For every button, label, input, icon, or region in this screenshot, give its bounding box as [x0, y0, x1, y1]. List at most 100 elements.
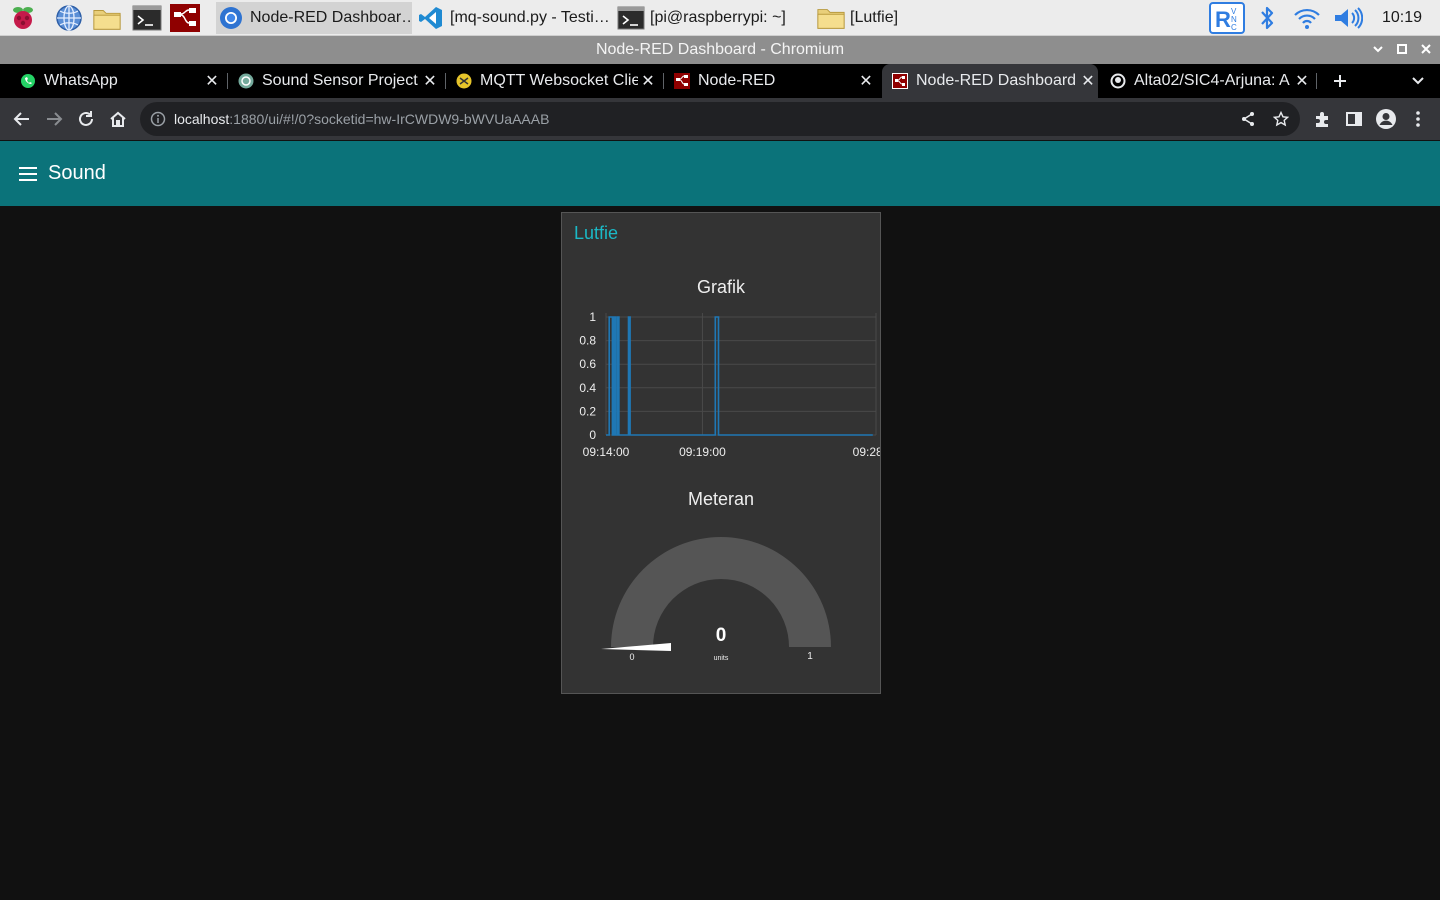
close-tab-icon[interactable]: ✕	[420, 71, 440, 91]
chart-title: Grafik	[696, 277, 745, 297]
tab-label: WhatsApp	[44, 72, 118, 89]
node-red-icon	[674, 73, 690, 89]
y-tick-label: 0.8	[579, 334, 596, 348]
profile-avatar-icon[interactable]	[1370, 103, 1402, 135]
gauge-units: units	[714, 655, 729, 662]
tab-label: MQTT Websocket Client	[480, 72, 638, 89]
y-tick-label: 0.2	[579, 404, 596, 418]
y-tick-label: 1	[589, 310, 596, 324]
terminal-icon	[616, 3, 646, 33]
raspberry-menu-icon[interactable]	[8, 3, 38, 33]
url-text: localhost:1880/ui/#!/0?socketid=hw-IrCWD…	[174, 102, 549, 136]
tab-github[interactable]: Alta02/SIC4-Arjuna: A ✕	[1102, 64, 1312, 98]
tab-separator	[663, 73, 664, 89]
realvnc-icon[interactable]: RVNC	[1208, 2, 1246, 34]
wifi-icon[interactable]	[1292, 3, 1322, 33]
line-chart[interactable]: 0 0.2 0.4 0.6 0.8 1 09:14:00 09:19:00 09:28:00	[562, 303, 880, 483]
taskbar: Node-RED Dashboar… [mq-sound.py - Testi……	[0, 0, 1440, 36]
group-title: Lutfie	[574, 223, 619, 243]
vscode-icon	[416, 3, 446, 33]
volume-icon[interactable]	[1332, 3, 1364, 33]
web-browser-icon[interactable]	[54, 3, 84, 33]
tab-separator	[227, 73, 228, 89]
task-label: [pi@raspberrypi: ~]	[650, 9, 786, 26]
window-title: Node-RED Dashboard - Chromium	[595, 41, 845, 58]
home-icon[interactable]	[102, 103, 134, 135]
x-axis-ticks: 09:14:00 09:19:00 09:28:00	[583, 445, 880, 459]
tab-label: Alta02/SIC4-Arjuna: A	[1134, 72, 1290, 89]
file-manager-icon[interactable]	[92, 3, 122, 33]
dashboard-group-card: Lutfie Grafik 0 0.2 0.4 0.6 0.8 1 09:14:00 09:…	[561, 212, 881, 694]
chart-grid	[605, 313, 877, 436]
task-chromium[interactable]: Node-RED Dashboar…	[216, 2, 412, 34]
close-tab-icon[interactable]: ✕	[856, 71, 876, 91]
chart-series-line	[606, 316, 873, 436]
terminal-icon[interactable]	[132, 3, 162, 33]
hamburger-menu-icon[interactable]	[14, 161, 42, 187]
url-host: localhost	[174, 111, 230, 127]
whatsapp-icon	[20, 73, 36, 89]
browser-menu-icon[interactable]	[1402, 103, 1434, 135]
gauge-title: Meteran	[687, 489, 755, 509]
tab-search-chevron-down-icon[interactable]	[1402, 65, 1434, 97]
close-tab-icon[interactable]: ✕	[202, 71, 222, 91]
chatgpt-icon	[238, 73, 254, 89]
y-tick-label: 0.4	[579, 381, 596, 395]
svg-text:C: C	[1231, 23, 1237, 32]
tab-label: Sound Sensor Project	[262, 72, 418, 89]
back-icon[interactable]	[6, 103, 38, 135]
github-icon	[1110, 73, 1126, 89]
close-tab-icon[interactable]: ✕	[1292, 71, 1312, 91]
share-icon[interactable]	[1240, 111, 1256, 127]
bluetooth-icon[interactable]	[1254, 3, 1280, 33]
tab-sound-sensor-project[interactable]: Sound Sensor Project ✕	[230, 64, 440, 98]
maximize-icon[interactable]	[1390, 36, 1414, 64]
page-title: Sound	[48, 162, 106, 184]
task-terminal[interactable]: [pi@raspberrypi: ~]	[616, 2, 812, 34]
task-label: Node-RED Dashboar…	[250, 9, 412, 26]
node-red-icon[interactable]	[170, 3, 200, 33]
close-tab-icon[interactable]: ✕	[1078, 71, 1098, 91]
minimize-icon[interactable]	[1366, 36, 1390, 64]
y-tick-label: 0.6	[579, 357, 596, 371]
x-tick-label: 09:28:00	[853, 445, 880, 459]
tab-strip: WhatsApp ✕ Sound Sensor Project ✕ MQTT W…	[0, 64, 1440, 98]
dashboard-appbar: Sound	[0, 141, 1440, 206]
tab-separator	[1316, 73, 1317, 89]
x-tick-label: 09:19:00	[679, 445, 726, 459]
new-tab-icon[interactable]	[1324, 65, 1356, 97]
svg-text:R: R	[1215, 7, 1231, 32]
clock[interactable]: 10:19	[1374, 3, 1430, 33]
tab-whatsapp[interactable]: WhatsApp ✕	[12, 64, 222, 98]
chromium-icon	[216, 3, 246, 33]
x-tick-label: 09:14:00	[583, 445, 630, 459]
task-vscode[interactable]: [mq-sound.py - Testi…	[416, 2, 612, 34]
gauge-max-label: 1	[807, 651, 813, 662]
task-folder[interactable]: [Lutfie]	[816, 2, 1012, 34]
task-label: [Lutfie]	[850, 9, 899, 26]
dashboard-content: Lutfie Grafik 0 0.2 0.4 0.6 0.8 1 09:14:00 09:…	[0, 206, 1440, 900]
bookmark-star-icon[interactable]	[1272, 110, 1290, 127]
tab-label: Node-RED Dashboard	[916, 72, 1077, 89]
node-red-icon	[892, 73, 908, 89]
site-info-icon[interactable]	[150, 111, 166, 127]
window-titlebar: Node-RED Dashboard - Chromium	[0, 36, 1440, 64]
close-tab-icon[interactable]: ✕	[638, 71, 658, 91]
tab-separator	[445, 73, 446, 89]
reload-icon[interactable]	[70, 103, 102, 135]
y-tick-label: 0	[589, 428, 596, 442]
browser-toolbar: localhost:1880/ui/#!/0?socketid=hw-IrCWD…	[0, 98, 1440, 140]
mqtt-icon	[456, 73, 472, 89]
task-label: [mq-sound.py - Testi…	[450, 9, 610, 26]
gauge-min-label: 0	[629, 652, 634, 662]
tab-node-red-dashboard[interactable]: Node-RED Dashboard ✕	[882, 64, 1098, 98]
forward-icon[interactable]	[38, 103, 70, 135]
tab-mqtt-websocket[interactable]: MQTT Websocket Client ✕	[448, 64, 658, 98]
tab-node-red[interactable]: Node-RED ✕	[666, 64, 876, 98]
y-axis-ticks: 0 0.2 0.4 0.6 0.8 1	[579, 310, 596, 442]
side-panel-icon[interactable]	[1338, 103, 1370, 135]
gauge: 0 units 0 1	[601, 537, 831, 662]
extensions-icon[interactable]	[1306, 103, 1338, 135]
close-window-icon[interactable]	[1414, 36, 1438, 64]
address-bar[interactable]: localhost:1880/ui/#!/0?socketid=hw-IrCWD…	[140, 102, 1300, 136]
